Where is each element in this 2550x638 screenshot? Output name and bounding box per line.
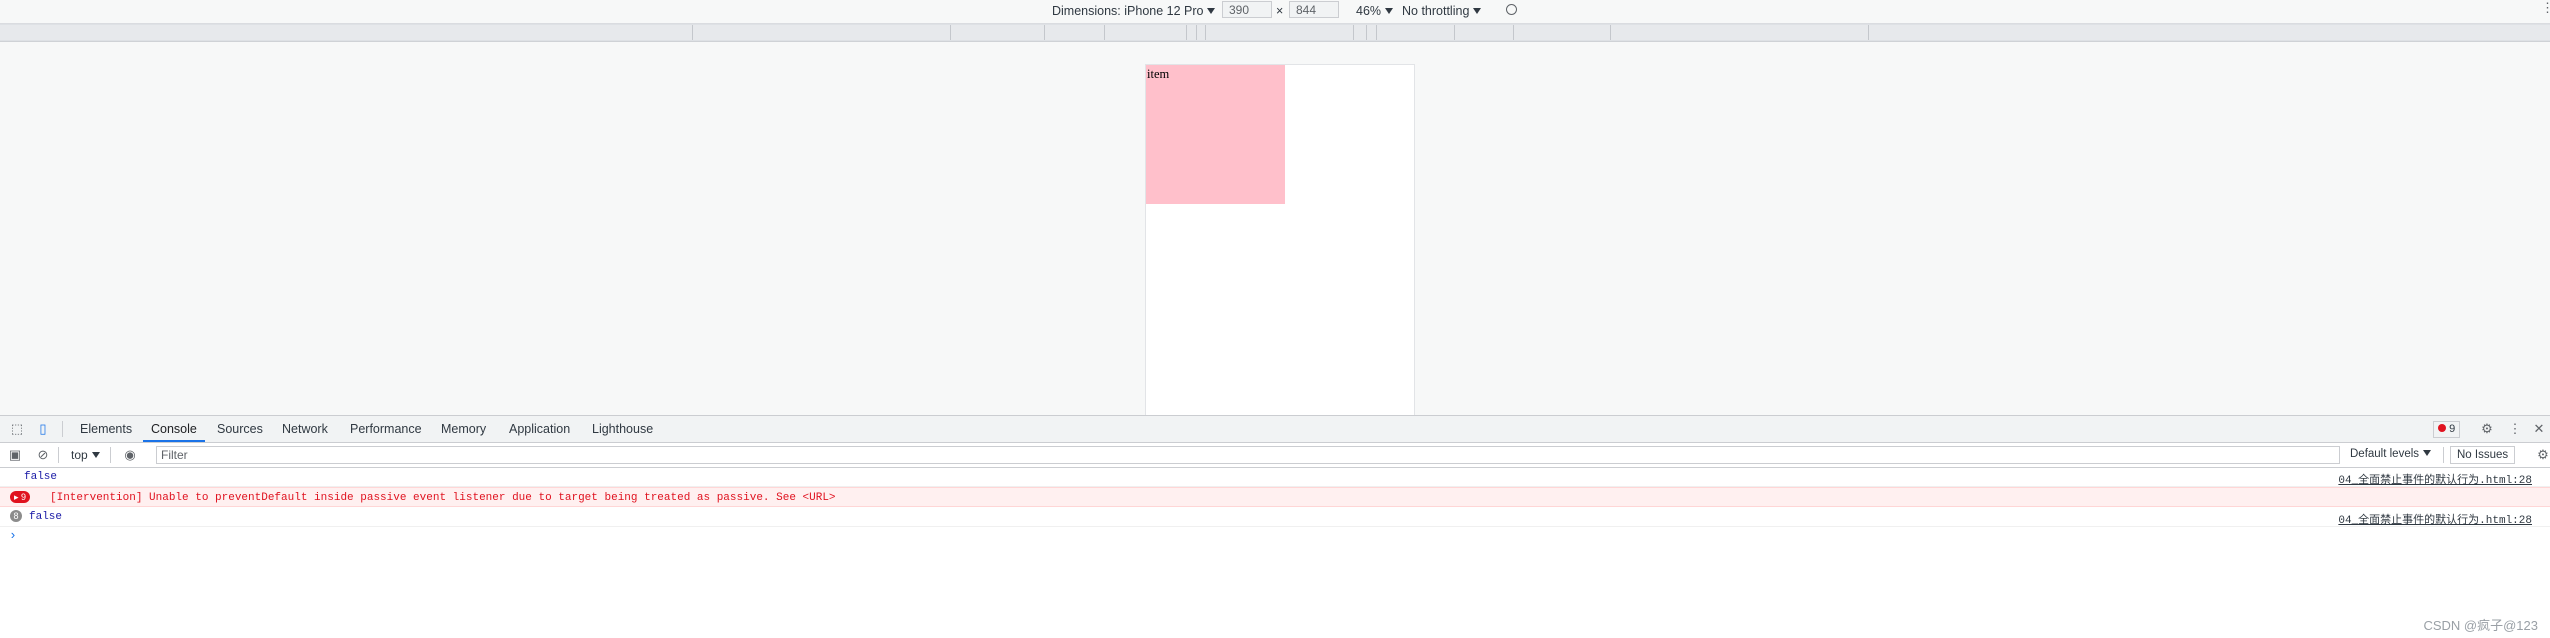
dimensions-label: Dimensions: iPhone 12 Pro [1052, 4, 1204, 18]
times-sign: × [1276, 4, 1284, 18]
dimensions-dropdown[interactable]: Dimensions: iPhone 12 Pro [1052, 4, 1216, 18]
tab-elements[interactable]: Elements [72, 416, 140, 442]
tab-sources[interactable]: Sources [209, 416, 271, 442]
error-icon [2438, 424, 2446, 432]
console-toolbar: ▣ ⊘ top ◉ Filter Default levels No Issue… [0, 443, 2550, 468]
tab-console[interactable]: Console [143, 416, 205, 442]
height-input[interactable]: 844 [1289, 1, 1339, 18]
watermark: CSDN @疯子@123 [2423, 618, 2538, 633]
item-label: item [1147, 67, 1170, 81]
inspect-element-icon[interactable]: ⬚ [8, 416, 26, 442]
media-query-segment[interactable] [1514, 25, 1611, 40]
divider [2443, 447, 2444, 463]
item-box: item [1146, 65, 1285, 204]
repeat-count-badge: 8 [10, 510, 22, 522]
chevron-down-icon [91, 452, 100, 458]
media-query-segment[interactable] [1197, 25, 1206, 40]
console-error-message: [Intervention] Unable to preventDefault … [50, 492, 836, 504]
more-options-icon[interactable]: ⋮ [2508, 416, 2522, 442]
levels-dropdown[interactable]: Default levels [2344, 446, 2437, 464]
devtools-tabbar: ⬚ ▯ Elements Console Sources Network Per… [0, 416, 2550, 443]
error-counter[interactable]: 9 [2433, 421, 2461, 438]
error-repeat-count: 9 [21, 492, 27, 502]
tab-performance[interactable]: Performance [342, 416, 430, 442]
media-query-segment[interactable] [951, 25, 1045, 40]
context-value: top [71, 448, 88, 462]
chevron-down-icon [2423, 450, 2432, 456]
tab-network[interactable]: Network [274, 416, 336, 442]
more-options-icon[interactable]: ⋮ [2541, 0, 2550, 16]
media-query-segment[interactable] [1187, 25, 1197, 40]
source-link[interactable]: 04_全面禁止事件的默认行为.html:28 [2338, 511, 2532, 527]
throttling-value: No throttling [1402, 4, 1470, 18]
media-query-segment[interactable] [1869, 25, 2550, 40]
tab-memory[interactable]: Memory [433, 416, 494, 442]
console-prompt[interactable]: › [9, 528, 17, 543]
media-query-segment[interactable] [1206, 25, 1354, 40]
tab-lighthouse[interactable]: Lighthouse [584, 416, 661, 442]
issues-button[interactable]: No Issues [2450, 446, 2516, 464]
console-message: false [24, 471, 58, 483]
chevron-down-icon [1385, 8, 1394, 14]
source-link[interactable]: 04_全面禁止事件的默认行为.html:28 [2338, 471, 2532, 487]
error-count: 9 [2449, 423, 2456, 435]
media-query-segment[interactable] [0, 25, 693, 40]
device-viewport: item [1145, 64, 1415, 416]
console-row-error: ▸ 9 [Intervention] Unable to preventDefa… [0, 487, 2550, 507]
rotate-icon[interactable] [1506, 4, 1517, 15]
error-repeat-badge[interactable]: ▸ 9 [10, 491, 31, 503]
filter-input[interactable]: Filter [156, 446, 2340, 464]
chevron-down-icon [1473, 8, 1482, 14]
zoom-value: 46% [1356, 4, 1382, 18]
media-query-segment[interactable] [1045, 25, 1105, 40]
media-query-segment[interactable] [1455, 25, 1514, 40]
divider [62, 421, 63, 437]
chevron-down-icon [1207, 8, 1216, 14]
device-toolbar: Dimensions: iPhone 12 Pro 390 × 844 46% … [0, 0, 2550, 24]
media-query-segment[interactable] [1611, 25, 1869, 40]
devtools-panel: ⬚ ▯ Elements Console Sources Network Per… [0, 415, 2550, 638]
close-icon[interactable]: ✕ [2531, 416, 2547, 442]
live-expression-eye-icon[interactable]: ◉ [121, 442, 139, 468]
console-row: false 04_全面禁止事件的默认行为.html:28 [0, 468, 2550, 487]
media-query-segment[interactable] [1367, 25, 1377, 40]
sidebar-toggle-icon[interactable]: ▣ [7, 442, 23, 468]
console-settings-gear-icon[interactable]: ⚙ [2536, 442, 2550, 468]
throttling-dropdown[interactable]: No throttling [1402, 4, 1482, 18]
media-query-segment[interactable] [693, 25, 951, 40]
media-query-bar [0, 24, 2550, 42]
context-selector[interactable]: top [71, 448, 100, 462]
settings-gear-icon[interactable]: ⚙ [2478, 416, 2496, 442]
zoom-dropdown[interactable]: 46% [1356, 4, 1394, 18]
console-message: false [29, 511, 63, 523]
levels-value: Default levels [2350, 448, 2420, 460]
media-query-segment[interactable] [1354, 25, 1367, 40]
media-query-segment[interactable] [1105, 25, 1187, 40]
clear-console-icon[interactable]: ⊘ [35, 442, 51, 468]
media-query-segment[interactable] [1377, 25, 1455, 40]
divider [110, 447, 111, 463]
device-toggle-icon[interactable]: ▯ [34, 416, 52, 442]
divider [58, 447, 59, 463]
console-row: 8 false 04_全面禁止事件的默认行为.html:28 [0, 508, 2550, 527]
width-input[interactable]: 390 [1222, 1, 1272, 18]
tab-application[interactable]: Application [501, 416, 578, 442]
